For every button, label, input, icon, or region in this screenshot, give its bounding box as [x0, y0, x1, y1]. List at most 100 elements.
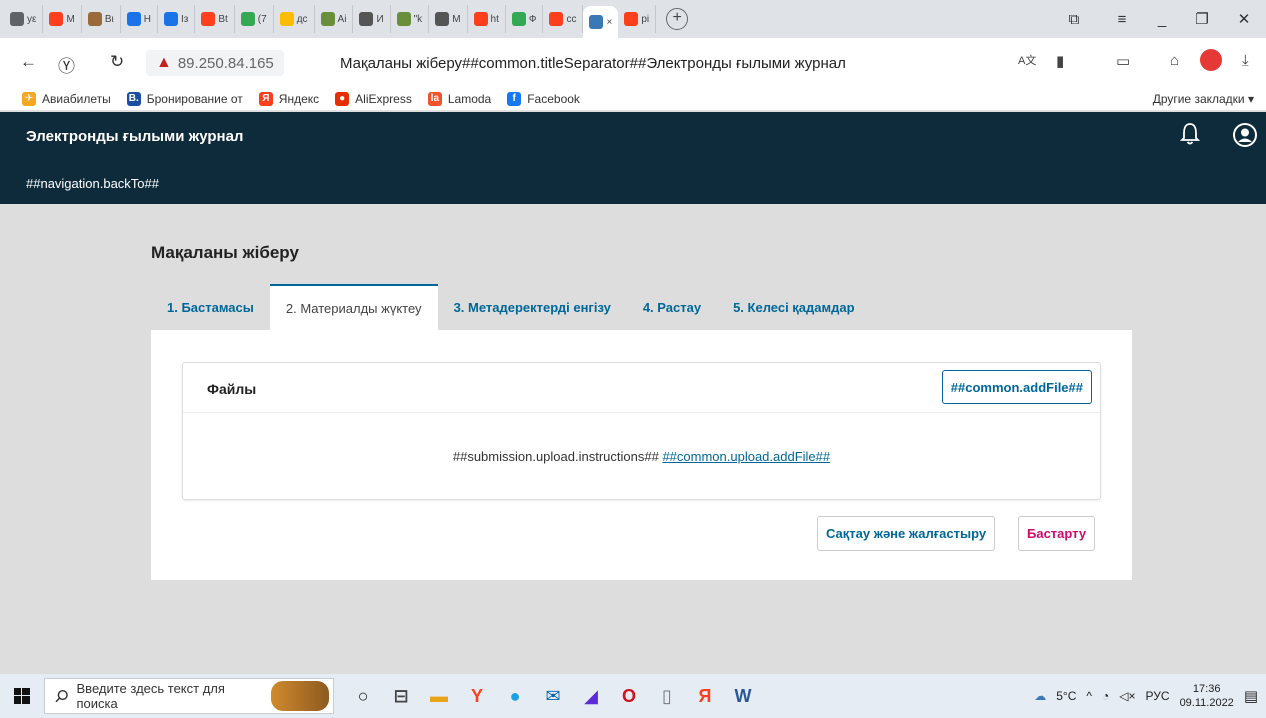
bookmark-list: ✈ Авиабилеты B. Бронирование от Я Яндекс ● AliE…: [22, 92, 580, 106]
files-title: Файлы: [207, 381, 257, 397]
site-header: Электронды ғылыми журнал ##navigation.ba…: [0, 112, 1266, 204]
tab-step-2[interactable]: 2. Материалды жүктеу: [269, 284, 438, 330]
bookmark-label: Бронирование от: [146, 92, 243, 106]
tab-favicon-icon: [473, 12, 488, 26]
browser-tab[interactable]: M: [43, 5, 82, 33]
bookmark-item[interactable]: ✈ Авиабилеты: [22, 92, 111, 106]
bookmark-item[interactable]: ● AliExpress: [335, 92, 412, 106]
collections-icon[interactable]: ⧉: [1054, 0, 1094, 38]
bookmark-icon[interactable]: ▮: [1056, 52, 1064, 70]
new-tab-button[interactable]: +: [666, 8, 689, 30]
browser-tab[interactable]: yε: [4, 5, 44, 33]
browser-tab[interactable]: Ф: [506, 5, 544, 33]
restore-button[interactable]: ❐: [1182, 0, 1222, 38]
tab-label: "k: [413, 13, 423, 25]
browser-tab[interactable]: Bι: [82, 5, 121, 33]
search-highlight-image: [271, 681, 329, 711]
download-icon[interactable]: ⤓: [1242, 52, 1249, 69]
taskbar-app-icon[interactable]: ◢: [572, 678, 610, 714]
browser-tab[interactable]: "k: [391, 5, 430, 33]
profile-extension-icon[interactable]: [1200, 49, 1222, 71]
taskbar-app-icon[interactable]: W: [724, 678, 762, 714]
bookmark-item[interactable]: B. Бронирование от: [126, 92, 243, 106]
back-arrow-icon[interactable]: ←: [20, 52, 37, 72]
tab-label: yε: [27, 13, 37, 25]
browser-tab[interactable]: H: [121, 5, 158, 33]
bookmark-item[interactable]: f Facebook: [507, 92, 580, 106]
system-tray: ☁ 5°C ^ ◔ ◁× РУС 17:36 09.11.2022 ▤: [1034, 682, 1266, 710]
bookmark-favicon-icon: B.: [126, 92, 141, 106]
bookmark-item[interactable]: la Lamoda: [427, 92, 491, 106]
browser-menu-icon[interactable]: ≡: [1102, 0, 1142, 38]
taskbar-app-icon[interactable]: ▯: [648, 678, 686, 714]
start-button[interactable]: [0, 688, 44, 704]
tab-favicon-icon: [240, 12, 255, 26]
tab-label: Ф: [528, 13, 537, 25]
tab-label: И: [376, 13, 384, 25]
taskbar-app-icon[interactable]: ●: [496, 678, 534, 714]
other-bookmarks[interactable]: Другие закладки ▾: [1153, 92, 1254, 106]
tab-step-3[interactable]: 3. Метадеректерді енгізу: [438, 284, 627, 330]
taskbar-app-icon[interactable]: O: [610, 678, 648, 714]
user-account-icon[interactable]: [1233, 123, 1257, 147]
bell-icon[interactable]: [1180, 122, 1200, 146]
taskbar-app-icon[interactable]: ▬: [420, 678, 458, 714]
tab-step-5[interactable]: 5. Келесі қадамдар: [717, 284, 870, 330]
cancel-button[interactable]: Бастарту: [1018, 516, 1096, 551]
browser-tab[interactable]: (7: [235, 5, 274, 33]
translate-icon[interactable]: A文: [1018, 52, 1036, 68]
site-title[interactable]: Электронды ғылыми журнал: [26, 128, 243, 145]
bookmark-item[interactable]: Я Яндекс: [258, 92, 320, 106]
taskbar-app-icon[interactable]: ⊟: [382, 678, 420, 714]
add-file-button[interactable]: ##common.addFile##: [941, 370, 1092, 404]
taskbar: Введите здесь текст для поиска ○ ⊟ ▬ Y ● ✉ ◢ O ▯…: [0, 674, 1266, 718]
browser-tab[interactable]: И: [353, 5, 391, 33]
tray-expand-icon[interactable]: ^: [1086, 689, 1092, 703]
weather-temp[interactable]: 5°C: [1056, 689, 1076, 703]
tab-label: (7: [257, 13, 267, 25]
browser-tab[interactable]: M: [429, 5, 468, 33]
taskbar-app-icon[interactable]: ✉: [534, 678, 572, 714]
search-icon: [55, 689, 68, 703]
bookmark-label: Яндекс: [278, 92, 320, 106]
extension-icon[interactable]: ⌂: [1170, 52, 1179, 69]
url-field[interactable]: ▲ 89.250.84.165: [146, 50, 284, 76]
browser-tab[interactable]: cc: [543, 5, 584, 33]
upload-instructions-text: ##submission.upload.instructions##: [452, 449, 659, 464]
tab-favicon-icon: [126, 12, 141, 26]
browser-tab[interactable]: pi: [618, 5, 657, 33]
browser-tab[interactable]: ht: [468, 5, 506, 33]
volume-icon[interactable]: ◁×: [1119, 689, 1135, 703]
files-box: Файлы ##common.addFile## ##submission.up…: [182, 362, 1101, 500]
notifications-icon[interactable]: ▤: [1244, 687, 1258, 705]
language-indicator[interactable]: РУС: [1146, 689, 1170, 703]
taskbar-app-icon[interactable]: ○: [344, 678, 382, 714]
minimize-button[interactable]: _: [1142, 0, 1182, 38]
warning-icon: ▲: [156, 54, 172, 71]
refresh-icon[interactable]: ↻: [110, 52, 124, 72]
tab-favicon-icon: [87, 12, 102, 26]
back-to-link[interactable]: ##navigation.backTo##: [26, 176, 159, 191]
taskbar-app-icon[interactable]: Я: [686, 678, 724, 714]
weather-icon[interactable]: ☁: [1034, 689, 1046, 703]
network-icon[interactable]: ◔: [1102, 689, 1109, 703]
taskbar-search[interactable]: Введите здесь текст для поиска: [44, 678, 334, 714]
upload-add-file-link[interactable]: ##common.upload.addFile##: [662, 449, 830, 464]
browser-tab[interactable]: Iз: [158, 5, 196, 33]
browser-tab-active[interactable]: ×: [583, 6, 619, 38]
battery-icon[interactable]: ▭: [1116, 52, 1130, 70]
browser-tab[interactable]: Bt: [195, 5, 235, 33]
tab-label: ×: [606, 16, 613, 28]
browser-tab[interactable]: Ai: [315, 5, 354, 33]
tab-step-4[interactable]: 4. Растау: [627, 284, 717, 330]
files-header: Файлы ##common.addFile##: [183, 363, 1100, 413]
tab-label: M: [452, 13, 461, 25]
yandex-icon[interactable]: Ⓨ: [58, 52, 75, 77]
upload-instructions: ##submission.upload.instructions## ##com…: [183, 449, 1100, 464]
tab-step-1[interactable]: 1. Бастамасы: [151, 284, 270, 330]
save-and-continue-button[interactable]: Сақтау және жалғастыру: [817, 516, 996, 551]
taskbar-app-icon[interactable]: Y: [458, 678, 496, 714]
clock[interactable]: 17:36 09.11.2022: [1180, 682, 1234, 710]
close-window-button[interactable]: ✕: [1224, 0, 1264, 38]
browser-tab[interactable]: дс: [274, 5, 315, 33]
